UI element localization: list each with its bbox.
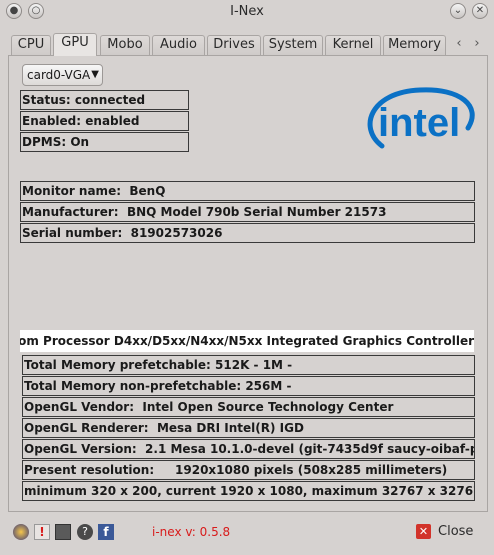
intel-logo-text: intel (378, 101, 460, 145)
gl-vendor-value: Intel Open Source Technology Center (142, 400, 394, 414)
intel-logo: intel (364, 84, 476, 156)
gl-version-label: OpenGL Version: (24, 442, 137, 456)
present-resolution-label: Present resolution: (24, 463, 155, 477)
gl-renderer-row: OpenGL Renderer: Mesa DRI Intel(R) IGD (22, 418, 475, 438)
device-name: n Atom Processor D4xx/D5xx/N4xx/N5xx Int… (20, 334, 474, 348)
tab-gpu[interactable]: GPU (53, 33, 97, 56)
gpu-icon[interactable] (13, 524, 29, 540)
mem-nonprefetch-text: Total Memory non-prefetchable: 256M - (24, 379, 292, 393)
manufacturer-row: Manufacturer: BNQ Model 790b Serial Numb… (20, 202, 475, 222)
enabled-row: Enabled: enabled (20, 111, 189, 131)
tab-bar: CPU GPU Mobo Audio Drives System Kernel … (8, 33, 488, 56)
enabled-label: Enabled: (22, 114, 82, 128)
close-label: Close (438, 524, 474, 539)
screenshot-icon[interactable] (55, 524, 71, 540)
tab-memory[interactable]: Memory (383, 35, 446, 55)
gl-vendor-row: OpenGL Vendor: Intel Open Source Technol… (22, 397, 475, 417)
status-row: Status: connected (20, 90, 189, 110)
serial-value: 81902573026 (130, 226, 223, 240)
minimize-icon[interactable]: ⌄ (450, 3, 466, 19)
close-icon: ✕ (416, 524, 431, 539)
card-select-value: card0-VGA (27, 68, 91, 82)
manufacturer-label: Manufacturer: (22, 205, 119, 219)
tab-scroll-right-icon[interactable]: › (470, 37, 484, 51)
mem-prefetch-text: Total Memory prefetchable: 512K - 1M - (24, 358, 293, 372)
gl-vendor-label: OpenGL Vendor: (24, 400, 135, 414)
tab-drives[interactable]: Drives (207, 35, 261, 55)
close-button[interactable]: ✕ Close (412, 521, 486, 543)
device-name-field[interactable]: n Atom Processor D4xx/D5xx/N4xx/N5xx Int… (20, 330, 474, 352)
tab-system[interactable]: System (263, 35, 323, 55)
monitor-name-row: Monitor name: BenQ (20, 181, 475, 201)
version-label: i-nex v: 0.5.8 (152, 525, 231, 539)
gl-version-value: 2.1 Mesa 10.1.0-devel (git-7435d9f saucy… (145, 442, 475, 456)
tab-audio[interactable]: Audio (152, 35, 205, 55)
manufacturer-value: BNQ Model 790b Serial Number 21573 (126, 205, 387, 219)
card-select[interactable]: card0-VGA ▼ (22, 64, 103, 86)
tab-mobo[interactable]: Mobo (100, 35, 150, 55)
dpms-row: DPMS: On (20, 132, 189, 152)
resolution-range-row: minimum 320 x 200, current 1920 x 1080, … (22, 481, 475, 501)
dpms-value: On (70, 135, 90, 149)
gl-renderer-value: Mesa DRI Intel(R) IGD (156, 421, 304, 435)
footer-bar: ! ? f i-nex v: 0.5.8 ✕ Close (0, 515, 494, 547)
mem-prefetch-row: Total Memory prefetchable: 512K - 1M - (22, 355, 475, 375)
resolution-range-text: minimum 320 x 200, current 1920 x 1080, … (24, 484, 475, 498)
tab-cpu[interactable]: CPU (11, 35, 51, 55)
present-resolution-row: Present resolution: 1920x1080 pixels (50… (22, 460, 475, 480)
report-icon[interactable]: ! (34, 524, 50, 540)
status-value: connected (74, 93, 146, 107)
gl-renderer-label: OpenGL Renderer: (24, 421, 149, 435)
monitor-name-label: Monitor name: (22, 184, 121, 198)
tab-kernel[interactable]: Kernel (325, 35, 381, 55)
close-window-icon[interactable]: ✕ (472, 3, 488, 19)
about-icon[interactable]: ? (77, 524, 93, 540)
dpms-label: DPMS: (22, 135, 67, 149)
chevron-down-icon: ▼ (91, 69, 99, 80)
facebook-icon[interactable]: f (98, 524, 114, 540)
title-bar: ● ○ I-Nex ⌄ ✕ (0, 0, 494, 24)
monitor-name-value: BenQ (129, 184, 166, 198)
present-resolution-value: 1920x1080 pixels (508x285 millimeters) (175, 463, 448, 477)
status-label: Status: (22, 93, 71, 107)
enabled-value: enabled (85, 114, 140, 128)
gl-version-row: OpenGL Version: 2.1 Mesa 10.1.0-devel (g… (22, 439, 475, 459)
mem-nonprefetch-row: Total Memory non-prefetchable: 256M - (22, 376, 475, 396)
window-title: I-Nex (230, 4, 264, 19)
serial-row: Serial number: 81902573026 (20, 223, 475, 243)
serial-label: Serial number: (22, 226, 123, 240)
tab-scroll-left-icon[interactable]: ‹ (452, 37, 466, 51)
